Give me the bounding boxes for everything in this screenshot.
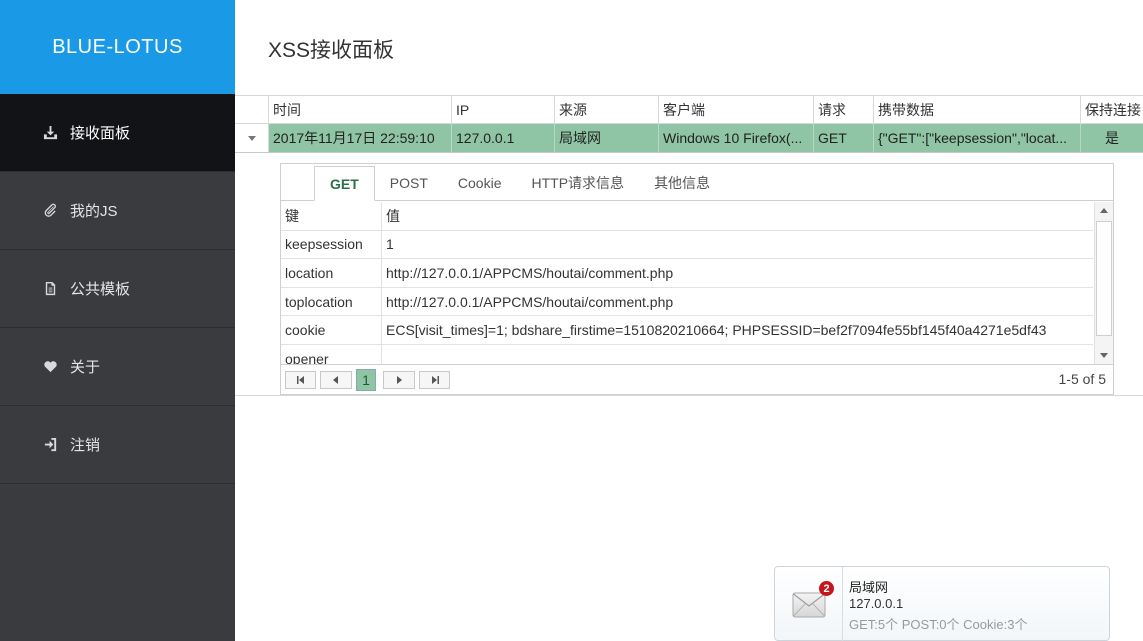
tab-get[interactable]: GET xyxy=(314,166,375,201)
grid-header-expander xyxy=(235,96,269,123)
notification-badge: 2 xyxy=(819,581,834,596)
sidebar-item-label: 注销 xyxy=(70,437,101,454)
records-grid: 时间 IP 来源 客户端 请求 携带数据 保持连接 2017年11月17日 22… xyxy=(235,95,1143,153)
envelope-icon xyxy=(792,592,825,617)
cell-value: http://127.0.0.1/APPCMS/houtai/comment.p… xyxy=(386,293,674,310)
first-page-button[interactable] xyxy=(285,370,316,389)
arrow-up-icon xyxy=(1099,208,1108,213)
sidebar-item-label: 我的JS xyxy=(70,203,118,220)
sidebar: BLUE-LOTUS 接收面板 我的JS 公共模板 关于 注销 xyxy=(0,0,235,641)
cell-source: 局域网 xyxy=(555,124,659,152)
tab-http-request-info[interactable]: HTTP请求信息 xyxy=(517,166,640,200)
next-page-button[interactable] xyxy=(383,370,415,389)
tab-post[interactable]: POST xyxy=(375,166,443,200)
cell-key: location xyxy=(281,259,382,287)
table-row[interactable]: cookie ECS[visit_times]=1; bdshare_first… xyxy=(281,316,1093,345)
notification-ip: 127.0.0.1 xyxy=(849,596,904,611)
row-detail-container: GET POST Cookie HTTP请求信息 其他信息 键 值 keepse… xyxy=(235,154,1143,396)
cell-key: keepsession xyxy=(281,230,382,259)
column-header-ip[interactable]: IP xyxy=(452,96,555,123)
last-page-button[interactable] xyxy=(419,370,450,389)
app-root: BLUE-LOTUS 接收面板 我的JS 公共模板 关于 注销 XSS接收面板 … xyxy=(0,0,1143,641)
brand-logo: BLUE-LOTUS xyxy=(0,0,235,94)
cell-client: Windows 10 Firefox(... xyxy=(659,124,814,152)
cell-value: ECS[visit_times]=1; bdshare_firstime=151… xyxy=(386,322,1047,339)
pager: 1 1-5 of 5 xyxy=(281,364,1113,394)
cell-data: {"GET":["keepsession","locat... xyxy=(874,124,1081,152)
column-header-keep-alive[interactable]: 保持连接 xyxy=(1081,96,1143,123)
cell-value xyxy=(382,345,1093,364)
row-detail-panel: GET POST Cookie HTTP请求信息 其他信息 键 值 keepse… xyxy=(280,163,1114,395)
cell-method: GET xyxy=(814,124,874,152)
cell-key: toplocation xyxy=(281,287,382,316)
chevron-down-icon xyxy=(247,135,256,141)
document-icon xyxy=(42,281,58,297)
sidebar-item-about[interactable]: 关于 xyxy=(0,328,235,406)
download-icon xyxy=(42,125,58,141)
column-header-value: 值 xyxy=(386,207,400,224)
sidebar-item-receive-panel[interactable]: 接收面板 xyxy=(0,94,235,172)
previous-page-button[interactable] xyxy=(320,370,352,389)
notification-toast[interactable]: 2 局域网 127.0.0.1 GET:5个 POST:0个 Cookie:3个 xyxy=(774,566,1110,641)
cell-value: 1 xyxy=(386,236,394,253)
pager-info: 1-5 of 5 xyxy=(1058,371,1106,387)
column-header-method[interactable]: 请求 xyxy=(814,96,874,123)
key-value-header: 键 值 xyxy=(281,202,1093,231)
cell-key: cookie xyxy=(281,316,382,344)
table-row[interactable]: location http://127.0.0.1/APPCMS/houtai/… xyxy=(281,259,1093,288)
cell-time: 2017年11月17日 22:59:10 xyxy=(269,124,452,152)
notification-icon-area: 2 xyxy=(775,567,843,641)
sidebar-item-label: 公共模板 xyxy=(70,281,131,298)
sidebar-item-logout[interactable]: 注销 xyxy=(0,406,235,484)
sidebar-item-my-js[interactable]: 我的JS xyxy=(0,172,235,250)
heart-icon xyxy=(42,359,58,375)
page-title: XSS接收面板 xyxy=(268,39,395,62)
table-row[interactable]: keepsession 1 xyxy=(281,230,1093,260)
sidebar-item-label: 接收面板 xyxy=(70,125,131,142)
grid-header: 时间 IP 来源 客户端 请求 携带数据 保持连接 xyxy=(235,95,1143,124)
row-expand-toggle[interactable] xyxy=(235,124,269,152)
detail-tabs: GET POST Cookie HTTP请求信息 其他信息 xyxy=(281,164,1113,201)
cell-keep-alive: 是 xyxy=(1105,130,1119,146)
column-header-data[interactable]: 携带数据 xyxy=(874,96,1081,123)
arrow-down-icon xyxy=(1099,353,1108,358)
previous-page-icon xyxy=(333,375,338,384)
table-row[interactable]: 2017年11月17日 22:59:10 127.0.0.1 局域网 Windo… xyxy=(235,124,1143,153)
column-header-key: 键 xyxy=(281,202,382,230)
vertical-scrollbar[interactable] xyxy=(1094,202,1113,364)
next-page-icon xyxy=(397,375,402,384)
scroll-down-button[interactable] xyxy=(1095,347,1112,364)
paperclip-icon xyxy=(42,203,58,219)
cell-value: http://127.0.0.1/APPCMS/houtai/comment.p… xyxy=(386,264,674,281)
column-header-source[interactable]: 来源 xyxy=(555,96,659,123)
column-header-client[interactable]: 客户端 xyxy=(659,96,814,123)
scrollbar-thumb[interactable] xyxy=(1096,221,1112,336)
tab-cookie[interactable]: Cookie xyxy=(443,166,517,200)
notification-title: 局域网 xyxy=(849,580,889,595)
column-header-time[interactable]: 时间 xyxy=(269,96,452,123)
last-page-icon xyxy=(431,375,439,384)
current-page-indicator[interactable]: 1 xyxy=(356,368,376,391)
cell-key: opener xyxy=(281,344,382,364)
key-value-table: 键 值 keepsession 1 location http://127.0.… xyxy=(281,202,1093,364)
scroll-up-button[interactable] xyxy=(1095,202,1112,219)
tab-other-info[interactable]: 其他信息 xyxy=(639,166,725,200)
logout-icon xyxy=(42,437,58,453)
cell-ip: 127.0.0.1 xyxy=(452,124,555,152)
first-page-icon xyxy=(296,375,304,384)
notification-stats: GET:5个 POST:0个 Cookie:3个 xyxy=(849,617,1028,632)
table-row[interactable]: toplocation http://127.0.0.1/APPCMS/hout… xyxy=(281,287,1093,317)
sidebar-item-public-templates[interactable]: 公共模板 xyxy=(0,250,235,328)
sidebar-item-label: 关于 xyxy=(70,359,101,376)
table-row[interactable]: opener xyxy=(281,344,1093,364)
